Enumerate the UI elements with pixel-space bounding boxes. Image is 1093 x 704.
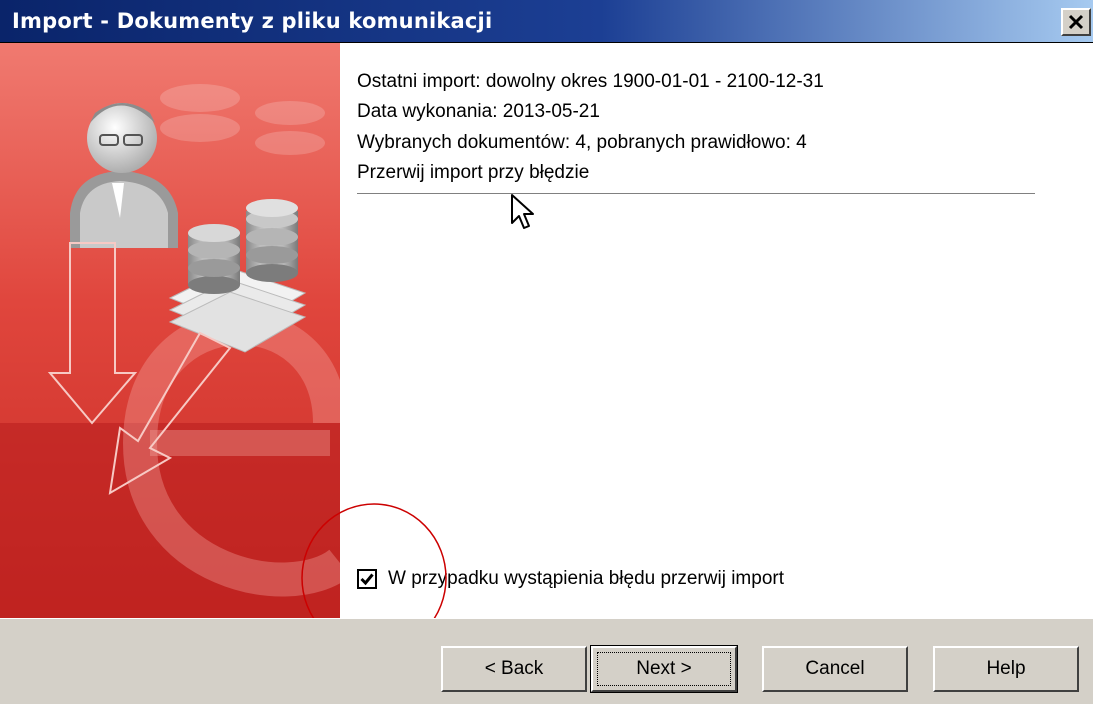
- title-bar: Import - Dokumenty z pliku komunikacji: [0, 0, 1093, 43]
- window-title: Import - Dokumenty z pliku komunikacji: [12, 9, 493, 33]
- next-button[interactable]: Next >: [590, 645, 738, 693]
- cancel-button[interactable]: Cancel: [762, 646, 908, 692]
- stop-on-error-checkbox[interactable]: [357, 569, 377, 589]
- documents-count-info: Wybranych dokumentów: 4, pobranych prawi…: [357, 132, 807, 153]
- close-button[interactable]: [1061, 8, 1091, 36]
- stop-on-error-option[interactable]: W przypadku wystąpienia błędu przerwij i…: [357, 568, 784, 590]
- execution-date-info: Data wykonania: 2013-05-21: [357, 101, 600, 122]
- checkmark-icon: [360, 573, 374, 586]
- wizard-content: Ostatni import: dowolny okres 1900-01-01…: [340, 43, 1093, 618]
- wizard-side-panel: [0, 43, 340, 618]
- button-bar: < Back Next > Cancel Help: [0, 618, 1093, 704]
- help-button[interactable]: Help: [933, 646, 1079, 692]
- separator-line: [357, 193, 1035, 195]
- last-import-info: Ostatni import: dowolny okres 1900-01-01…: [357, 71, 824, 92]
- stop-on-error-label[interactable]: W przypadku wystąpienia błędu przerwij i…: [388, 568, 784, 590]
- stop-on-error-info: Przerwij import przy błędzie: [357, 162, 590, 183]
- focus-rectangle: [597, 652, 731, 686]
- close-icon: [1068, 14, 1084, 30]
- wizard-illustration: [0, 43, 340, 618]
- back-button[interactable]: < Back: [441, 646, 587, 692]
